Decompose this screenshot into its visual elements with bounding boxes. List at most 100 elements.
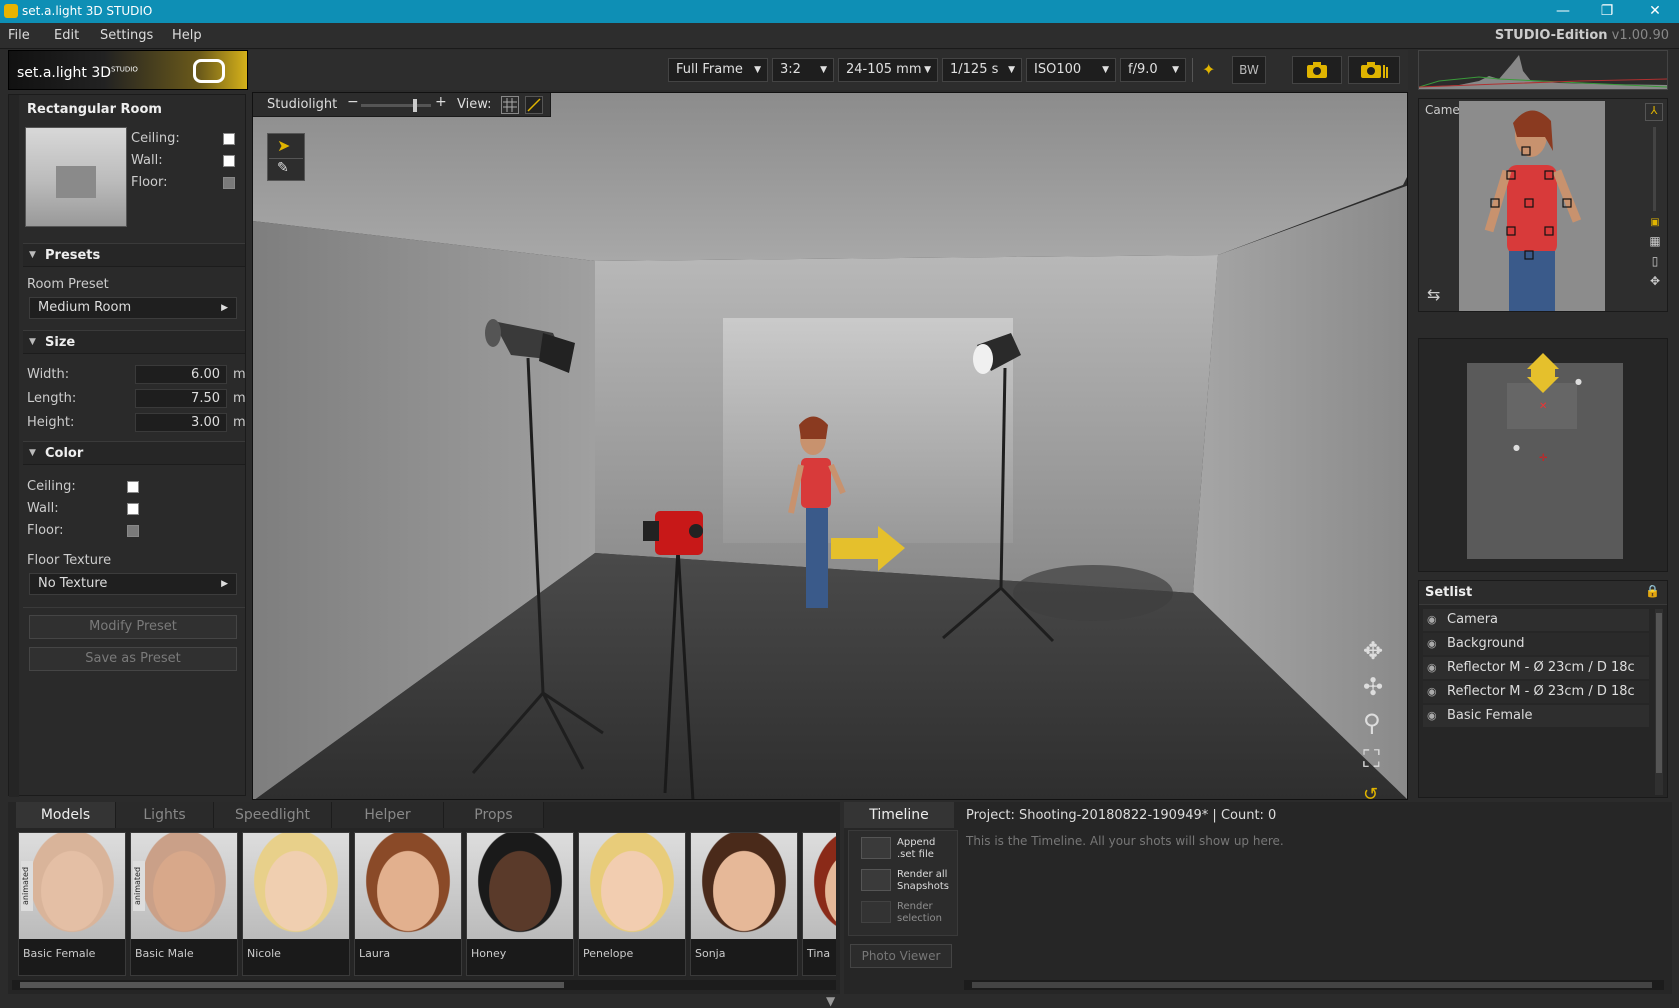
timeline-empty-message: This is the Timeline. All your shots wil… [966, 834, 1284, 848]
setlist-item-label: Reflector M - Ø 23cm / D 18c [1447, 684, 1635, 699]
light-marker-icon[interactable]: ● [1575, 377, 1582, 386]
presets-section-header[interactable]: ▼ Presets [23, 243, 245, 267]
render-selection-button[interactable]: Render selection [857, 897, 965, 927]
ratio-icon[interactable]: ▣ [1645, 217, 1665, 228]
model-card[interactable]: Laura [354, 832, 462, 976]
chevron-down-icon: ▼ [1172, 65, 1179, 75]
shutter-dropdown[interactable]: 1/125 s ▼ [942, 58, 1022, 82]
tab-timeline[interactable]: Timeline [844, 802, 954, 828]
measure-tape-icon[interactable]: ✎ [277, 160, 289, 176]
model-card[interactable]: animated Basic Male [130, 832, 238, 976]
wall-swatch[interactable] [223, 155, 235, 167]
swap-view-icon[interactable]: ⇆ [1427, 285, 1440, 304]
grid-view-icon[interactable] [501, 96, 519, 114]
render-all-button[interactable]: Render all Snapshots [857, 865, 965, 895]
light-meter-icon[interactable]: ✦ [1202, 60, 1215, 79]
model-card[interactable]: animated Basic Female [18, 832, 126, 976]
camera-marker-icon[interactable]: ✛ [1539, 453, 1547, 464]
ceiling-swatch[interactable] [223, 133, 235, 145]
top-view-panel[interactable]: ✕ ✛ ● ● [1418, 338, 1668, 572]
collapse-down-icon[interactable]: ▼ [826, 994, 835, 1008]
burst-shot-icon[interactable] [1348, 56, 1400, 84]
lens-dropdown[interactable]: 24-105 mm ▼ [838, 58, 938, 82]
color-floor-swatch[interactable] [127, 525, 139, 537]
pan-icon[interactable]: ✣ [1363, 669, 1383, 705]
right-panel: Camera ⇆ ⅄ ▣ ▦ ▯ ✥ ✕ ✛ ● ● Setlist 🔒 ◉ C… [1414, 50, 1672, 798]
minimize-button[interactable]: — [1546, 1, 1580, 21]
zoom-icon[interactable]: ⚲ [1363, 705, 1383, 741]
dim-minus-button[interactable]: − [347, 94, 359, 110]
reset-view-icon[interactable]: ↺ [1363, 777, 1383, 799]
eye-icon[interactable]: ◉ [1427, 657, 1437, 679]
grid-overlay-icon[interactable]: ▦ [1645, 234, 1665, 248]
modify-preset-button[interactable]: Modify Preset [29, 615, 237, 639]
room-preset-select[interactable]: Medium Room ▶ [29, 297, 237, 319]
ratio-value: 3:2 [780, 62, 801, 77]
dim-plus-button[interactable]: + [435, 94, 447, 110]
lock-icon[interactable]: 🔒 [1645, 584, 1660, 598]
color-ceiling-swatch[interactable] [127, 481, 139, 493]
orbit-icon[interactable]: ✥ [1363, 633, 1383, 669]
append-set-button[interactable]: Append .set file [857, 833, 965, 863]
eye-icon[interactable]: ◉ [1427, 681, 1437, 703]
move-arrows-icon[interactable] [1523, 353, 1563, 393]
focus-icon[interactable]: ⅄ [1645, 103, 1663, 121]
camera-shot-icon[interactable] [1292, 56, 1342, 84]
menu-edit[interactable]: Edit [54, 28, 79, 43]
eye-icon[interactable]: ◉ [1427, 705, 1437, 727]
select-arrow-icon[interactable]: ➤ [277, 136, 290, 155]
light-marker-icon[interactable]: ● [1513, 443, 1520, 452]
camera-preview-image[interactable] [1459, 101, 1605, 311]
aperture-dropdown[interactable]: f/9.0 ▼ [1120, 58, 1186, 82]
left-scrollbar[interactable] [9, 95, 19, 797]
timeline-scrollbar[interactable] [964, 980, 1664, 990]
setlist-item[interactable]: ◉ Reflector M - Ø 23cm / D 18c [1423, 681, 1649, 703]
model-card[interactable]: Sonja [690, 832, 798, 976]
floor-texture-select[interactable]: No Texture ▶ [29, 573, 237, 595]
iso-dropdown[interactable]: ISO100 ▼ [1026, 58, 1116, 82]
setlist-item[interactable]: ◉ Camera [1423, 609, 1649, 631]
menu-settings[interactable]: Settings [100, 28, 153, 43]
model-card[interactable]: Penelope [578, 832, 686, 976]
maximize-button[interactable]: ❐ [1590, 1, 1624, 21]
fit-view-icon[interactable]: ⛶ [1363, 741, 1383, 777]
eye-icon[interactable]: ◉ [1427, 609, 1437, 631]
studio-viewport[interactable]: Studiolight − + View: ➤ ✎ ✥ ✣ ⚲ ⛶ ↺ [252, 92, 1408, 800]
color-wall-swatch[interactable] [127, 503, 139, 515]
setlist-scrollbar[interactable] [1655, 609, 1663, 795]
menu-file[interactable]: File [8, 28, 30, 43]
length-input[interactable]: 7.50 [135, 389, 227, 408]
menu-help[interactable]: Help [172, 28, 202, 43]
target-icon[interactable]: ✥ [1645, 274, 1665, 288]
close-button[interactable]: ✕ [1638, 1, 1672, 21]
setlist-item[interactable]: ◉ Background [1423, 633, 1649, 655]
save-preset-button[interactable]: Save as Preset [29, 647, 237, 671]
setlist-item[interactable]: ◉ Reflector M - Ø 23cm / D 18c [1423, 657, 1649, 679]
slider-handle[interactable] [413, 99, 417, 112]
sensor-dropdown[interactable]: Full Frame ▼ [668, 58, 768, 82]
ratio-dropdown[interactable]: 3:2 ▼ [772, 58, 834, 82]
bw-toggle[interactable]: BW [1232, 56, 1266, 84]
library-scrollbar[interactable] [12, 980, 836, 990]
line-view-icon[interactable] [525, 96, 543, 114]
portrait-icon[interactable]: ▯ [1645, 254, 1665, 268]
photo-viewer-button[interactable]: Photo Viewer [850, 944, 952, 968]
width-input[interactable]: 6.00 [135, 365, 227, 384]
room-panel: Rectangular Room Ceiling: Wall: Floor: ▼… [8, 94, 246, 797]
model-marker-icon[interactable]: ✕ [1539, 401, 1547, 412]
append-sublabel: .set file [897, 849, 934, 860]
floor-swatch[interactable] [223, 177, 235, 189]
size-section-header[interactable]: ▼ Size [23, 330, 245, 354]
histogram [1418, 50, 1668, 90]
setlist-item[interactable]: ◉ Basic Female [1423, 705, 1649, 727]
chevron-right-icon: ▶ [221, 303, 228, 313]
model-card[interactable]: Nicole [242, 832, 350, 976]
model-card[interactable]: Tina [802, 832, 836, 976]
studiolight-slider[interactable] [361, 104, 431, 107]
model-thumbnail [19, 833, 125, 939]
height-input[interactable]: 3.00 [135, 413, 227, 432]
model-card[interactable]: Honey [466, 832, 574, 976]
zoom-slider[interactable] [1653, 127, 1656, 211]
eye-icon[interactable]: ◉ [1427, 633, 1437, 655]
color-section-header[interactable]: ▼ Color [23, 441, 245, 465]
